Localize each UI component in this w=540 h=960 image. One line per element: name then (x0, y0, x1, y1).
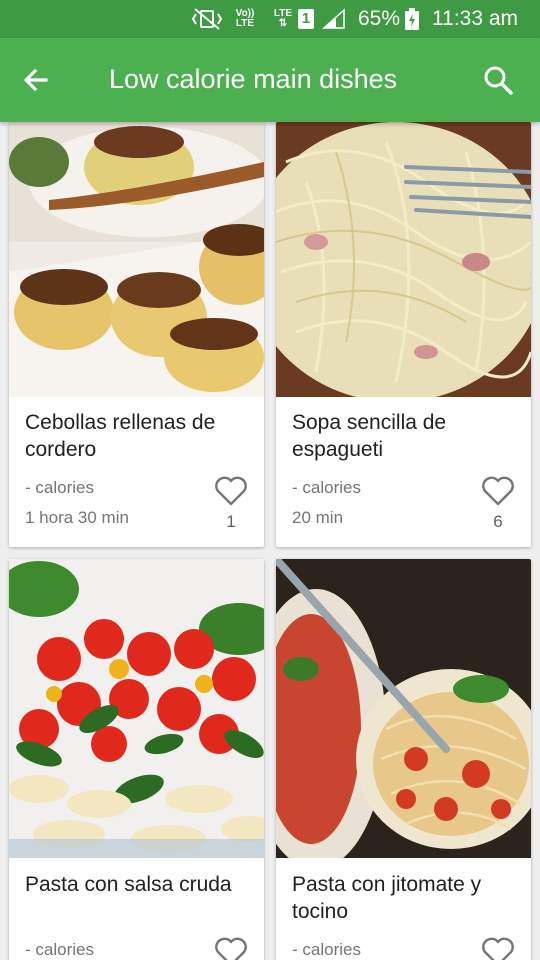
recipe-card[interactable]: Pasta con salsa cruda - calories (9, 559, 264, 960)
heart-icon[interactable] (214, 475, 248, 507)
recipe-grid: Cebollas rellenas de cordero - calories … (0, 122, 540, 960)
app-bar: Low calorie main dishes (0, 38, 540, 122)
recipe-name: Sopa sencilla de espagueti (292, 411, 447, 461)
data-arrows-icon: ⇅ (278, 18, 288, 29)
network-type-indicator: LTE ⇅ (270, 9, 296, 29)
volte-bottom-label: LTE (235, 18, 255, 29)
recipe-name: Cebollas rellenas de cordero (25, 411, 216, 461)
recipe-image (9, 122, 264, 397)
battery-percent: 65% (358, 7, 401, 30)
recipe-image (276, 122, 531, 397)
search-icon[interactable] (480, 62, 516, 98)
recipe-card[interactable]: Sopa sencilla de espagueti - calories 20… (276, 122, 531, 547)
battery-charging-icon (405, 8, 420, 30)
recipe-calories: - calories (292, 478, 361, 497)
status-icons: Vo)) LTE LTE ⇅ 1 65% 11:33 am (192, 0, 518, 38)
recipe-image (9, 559, 264, 858)
sim-badge: 1 (298, 9, 314, 29)
page-title: Low calorie main dishes (109, 64, 398, 94)
recipe-name: Pasta con salsa cruda (25, 873, 232, 896)
heart-icon[interactable] (214, 936, 248, 960)
volte-indicator: Vo)) LTE (230, 9, 260, 29)
like-count: 1 (226, 512, 236, 531)
heart-icon[interactable] (481, 936, 515, 960)
arrow-back-icon[interactable] (18, 62, 54, 98)
recipe-image (276, 559, 531, 858)
clock: 11:33 am (432, 7, 519, 30)
recipe-time: 1 hora 30 min (25, 508, 129, 527)
recipe-calories: - calories (25, 478, 94, 497)
recipe-name: Pasta con jitomate y tocino (292, 873, 482, 923)
signal-icon (322, 8, 345, 29)
heart-icon[interactable] (481, 475, 515, 507)
recipe-time: 20 min (292, 508, 344, 527)
like-count: 6 (493, 512, 503, 531)
recipe-card[interactable]: Cebollas rellenas de cordero - calories … (9, 122, 264, 547)
status-bar: Vo)) LTE LTE ⇅ 1 65% 11:33 am (0, 0, 540, 38)
vibrate-mute-icon (192, 8, 223, 30)
recipe-calories: - calories (292, 940, 361, 959)
recipe-calories: - calories (25, 940, 94, 959)
recipe-card[interactable]: Pasta con jitomate y tocino - calories (276, 559, 531, 960)
